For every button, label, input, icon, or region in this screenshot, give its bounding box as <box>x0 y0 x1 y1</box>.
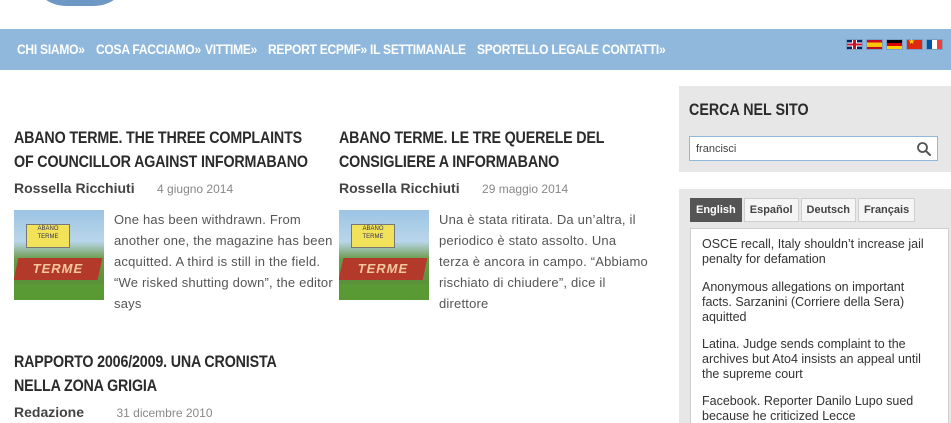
news-link[interactable]: Anonymous allegations on important facts… <box>702 280 932 325</box>
article-excerpt: Una è stata ritirata. Da un’altra, il pe… <box>439 212 648 311</box>
article-date: 31 dicembre 2010 <box>116 406 213 420</box>
search-title: CERCA NEL SITO <box>689 100 809 119</box>
germany-flag-icon[interactable] <box>886 39 903 50</box>
nav-item-il-settimanale[interactable]: IL SETTIMANALE <box>370 41 466 57</box>
news-link[interactable]: Latina. Judge sends complaint to the arc… <box>702 337 932 382</box>
thumbnail-flowerbed: TERME <box>14 258 103 280</box>
language-tabs: English Español Deutsch Français <box>690 198 916 222</box>
article-title[interactable]: RAPPORTO 2006/2009. UNA CRONISTA NELLA Z… <box>14 350 316 398</box>
thumbnail-flowerbed-text: TERME <box>356 261 410 276</box>
spain-flag-icon[interactable] <box>866 39 883 50</box>
tab-english[interactable]: English <box>690 198 742 222</box>
article-meta: Rossella Ricchiuti 29 maggio 2014 <box>339 180 568 198</box>
france-flag-icon[interactable] <box>926 39 943 50</box>
article-date: 29 maggio 2014 <box>482 182 569 196</box>
tab-francais[interactable]: Français <box>857 198 916 222</box>
nav-item-cosa-facciamo[interactable]: COSA FACCIAMO» <box>96 41 201 57</box>
nav-item-chi-siamo[interactable]: CHI SIAMO» <box>17 41 85 57</box>
article-meta: Rossella Ricchiuti 4 giugno 2014 <box>14 180 233 198</box>
news-link[interactable]: OSCE recall, Italy shouldn’t increase ja… <box>702 237 932 267</box>
article-author[interactable]: Rossella Ricchiuti <box>14 180 135 196</box>
tab-espanol[interactable]: Español <box>743 198 799 222</box>
article-card: ABANO TERME. LE TRE QUERELE DEL CONSIGLI… <box>339 126 659 311</box>
search-widget: CERCA NEL SITO <box>679 86 951 172</box>
article-card: RAPPORTO 2006/2009. UNA CRONISTA NELLA Z… <box>14 350 334 420</box>
thumbnail-grass <box>14 284 104 300</box>
tab-deutsch[interactable]: Deutsch <box>800 198 856 222</box>
uk-flag-icon[interactable] <box>846 39 863 50</box>
language-tabs-widget: English Español Deutsch Français OSCE re… <box>679 189 951 423</box>
nav-item-vittime[interactable]: VITTIME» <box>205 41 257 57</box>
news-link[interactable]: Facebook. Reporter Danilo Lupo sued beca… <box>702 394 932 423</box>
article-card: ABANO TERME. THE THREE COMPLAINTS OF COU… <box>14 126 334 311</box>
thumbnail-sign: ABANO TERME <box>351 224 395 248</box>
language-flags <box>846 37 943 50</box>
article-author[interactable]: Redazione <box>14 404 84 420</box>
article-meta: Redazione 31 dicembre 2010 <box>14 404 213 422</box>
thumbnail-sign: ABANO TERME <box>26 224 70 248</box>
china-flag-icon[interactable] <box>906 37 923 50</box>
thumbnail-flowerbed-text: TERME <box>31 261 85 276</box>
article-author[interactable]: Rossella Ricchiuti <box>339 180 460 196</box>
search-input[interactable] <box>689 136 938 161</box>
main-nav: CHI SIAMO» COSA FACCIAMO» VITTIME» REPOR… <box>0 29 951 70</box>
search-icon[interactable] <box>915 140 933 158</box>
nav-item-report-ecpmf[interactable]: REPORT ECPMF» <box>268 41 367 57</box>
article-thumbnail[interactable]: ABANO TERME TERME <box>14 210 104 300</box>
article-title[interactable]: ABANO TERME. LE TRE QUERELE DEL CONSIGLI… <box>339 126 641 174</box>
article-date: 4 giugno 2014 <box>157 182 234 196</box>
nav-item-sportello-legale[interactable]: SPORTELLO LEGALE <box>477 41 599 57</box>
article-thumbnail[interactable]: ABANO TERME TERME <box>339 210 429 300</box>
thumbnail-flowerbed: TERME <box>339 258 428 280</box>
article-excerpt: One has been withdrawn. From another one… <box>114 212 333 311</box>
thumbnail-grass <box>339 284 429 300</box>
site-logo[interactable] <box>30 0 130 6</box>
article-title[interactable]: ABANO TERME. THE THREE COMPLAINTS OF COU… <box>14 126 316 174</box>
nav-item-contatti[interactable]: CONTATTI» <box>602 41 666 57</box>
tab-panel-english: OSCE recall, Italy shouldn’t increase ja… <box>690 228 949 423</box>
